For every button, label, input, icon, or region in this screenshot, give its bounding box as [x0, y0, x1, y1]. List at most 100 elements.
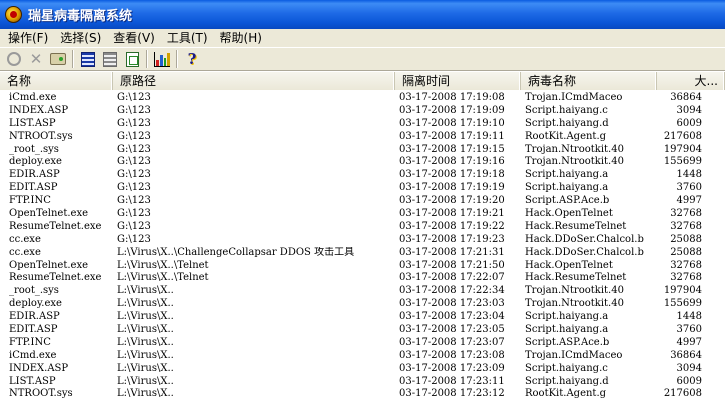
cell-size: 217608 [663, 130, 702, 142]
cell-time: 03-17-2008 17:19:22 [399, 220, 505, 232]
cell-path: L:\Virus\X.. [117, 375, 174, 387]
table-row[interactable]: ResumeTelnet.exe G:\123 03-17-2008 17:19:2… [0, 221, 725, 234]
table-row[interactable]: INDEX.ASP G:\123 03-17-2008 17:19:09 Script… [0, 105, 725, 118]
toolbar-separator [176, 50, 178, 68]
cell-path: G:\123 [117, 117, 151, 129]
cell-time: 03-17-2008 17:19:09 [399, 104, 505, 116]
list-view-button[interactable] [99, 49, 121, 69]
cell-name: FTP.INC [9, 195, 51, 207]
cell-time: 03-17-2008 17:23:12 [399, 388, 505, 400]
table-row[interactable]: _root_.sys G:\123 03-17-2008 17:19:15 Troja… [0, 144, 725, 157]
title-bar[interactable]: 瑞星病毒隔离系统 [0, 0, 725, 29]
cell-path: G:\123 [117, 182, 151, 194]
app-icon[interactable] [5, 6, 22, 23]
cell-virus: Trojan.Ntrootkit.40 [525, 285, 624, 297]
cell-path: L:\Virus\X..\ChallengeCollapsar DDOS 攻击工… [117, 246, 355, 258]
export-button[interactable] [121, 49, 143, 69]
table-row[interactable]: OpenTelnet.exe G:\123 03-17-2008 17:19:21 H… [0, 208, 725, 221]
cell-size: 3760 [676, 324, 702, 336]
cell-time: 03-17-2008 17:23:04 [399, 311, 505, 323]
column-header-path[interactable]: 原路径 [113, 72, 395, 90]
cell-name: cc.exe [9, 246, 41, 258]
cell-name: EDIT.ASP [9, 324, 58, 336]
help-icon: ? [187, 50, 197, 68]
cell-size: 4997 [676, 336, 702, 348]
cell-time: 03-17-2008 17:19:11 [399, 130, 505, 142]
table-row[interactable]: FTP.INC G:\123 03-17-2008 17:19:20 Script.A… [0, 195, 725, 208]
cell-name: ResumeTelnet.exe [9, 220, 102, 232]
table-row[interactable]: OpenTelnet.exe L:\Virus\X..\Telnet 03-17-2… [0, 260, 725, 273]
column-header-time[interactable]: 隔离时间 [395, 72, 521, 90]
table-row[interactable]: cc.exe L:\Virus\X..\ChallengeCollapsar DD… [0, 247, 725, 260]
table-row[interactable]: LIST.ASP L:\Virus\X.. 03-17-2008 17:23:11 S… [0, 376, 725, 389]
menu-operate[interactable]: 操作(F) [2, 29, 54, 47]
table-row[interactable]: FTP.INC L:\Virus\X.. 03-17-2008 17:23:07 Sc… [0, 337, 725, 350]
menu-select[interactable]: 选择(S) [54, 29, 107, 47]
table-row[interactable]: ResumeTelnet.exe L:\Virus\X..\Telnet 03-17… [0, 272, 725, 285]
table-row[interactable]: NTROOT.sys G:\123 03-17-2008 17:19:11 RootK… [0, 131, 725, 144]
cell-time: 03-17-2008 17:19:21 [399, 208, 505, 220]
cell-name: LIST.ASP [9, 117, 56, 129]
menu-view[interactable]: 查看(V) [107, 29, 161, 47]
cell-time: 03-17-2008 17:22:07 [399, 272, 505, 284]
table-row[interactable]: EDIT.ASP L:\Virus\X.. 03-17-2008 17:23:05 S… [0, 324, 725, 337]
restore-button[interactable] [3, 49, 25, 69]
column-header-virus[interactable]: 病毒名称 [521, 72, 657, 90]
cell-name: iCmd.exe [9, 92, 57, 103]
cell-size: 155699 [663, 156, 702, 168]
table-row[interactable]: deploy.exe G:\123 03-17-2008 17:19:16 Troja… [0, 156, 725, 169]
cell-size: 32768 [670, 208, 702, 220]
cell-size: 25088 [670, 233, 702, 245]
cell-virus: Script.haiyang.a [525, 169, 609, 181]
cell-path: L:\Virus\X.. [117, 336, 174, 348]
cell-path: G:\123 [117, 143, 151, 155]
table-row[interactable]: iCmd.exe L:\Virus\X.. 03-17-2008 17:23:08 T… [0, 350, 725, 363]
delete-button[interactable]: ✕ [25, 49, 47, 69]
quarantine-list[interactable]: 名称 原路径 隔离时间 病毒名称 大... iCmd.exe G:\123 03-1… [0, 72, 725, 415]
cell-path: G:\123 [117, 92, 151, 103]
cell-path: L:\Virus\X.. [117, 298, 174, 310]
cell-path: L:\Virus\X.. [117, 285, 174, 297]
cell-virus: Script.haiyang.a [525, 182, 609, 194]
column-header-size[interactable]: 大... [657, 72, 725, 90]
toolbar-separator [146, 50, 148, 68]
table-row[interactable]: EDIR.ASP L:\Virus\X.. 03-17-2008 17:23:04 S… [0, 311, 725, 324]
table-row[interactable]: _root_.sys L:\Virus\X.. 03-17-2008 17:22:3… [0, 285, 725, 298]
cell-virus: Trojan.Ntrootkit.40 [525, 143, 624, 155]
table-row[interactable]: deploy.exe L:\Virus\X.. 03-17-2008 17:23:0… [0, 298, 725, 311]
cell-time: 03-17-2008 17:19:19 [399, 182, 505, 194]
cell-name: NTROOT.sys [9, 388, 73, 400]
cell-time: 03-17-2008 17:19:20 [399, 195, 505, 207]
cell-size: 32768 [670, 259, 702, 271]
cell-size: 3094 [676, 104, 702, 116]
menu-help[interactable]: 帮助(H) [214, 29, 268, 47]
details-view-button[interactable] [77, 49, 99, 69]
cell-name: FTP.INC [9, 336, 51, 348]
cell-name: _root_.sys [9, 143, 59, 155]
export-icon [125, 51, 139, 67]
table-row[interactable]: iCmd.exe G:\123 03-17-2008 17:19:08 Trojan.… [0, 92, 725, 105]
cell-virus: Script.haiyang.c [525, 362, 608, 374]
cell-virus: Script.haiyang.d [525, 117, 609, 129]
table-row[interactable]: EDIR.ASP G:\123 03-17-2008 17:19:18 Script.… [0, 169, 725, 182]
table-row[interactable]: EDIT.ASP G:\123 03-17-2008 17:19:19 Script.… [0, 182, 725, 195]
cell-time: 03-17-2008 17:21:50 [399, 259, 505, 271]
cell-virus: Hack.DDoSer.Chalcol.b [525, 246, 644, 258]
cell-virus: Hack.DDoSer.Chalcol.b [525, 233, 644, 245]
help-button[interactable]: ? [181, 49, 203, 69]
cell-name: INDEX.ASP [9, 362, 69, 374]
cell-virus: Script.haiyang.d [525, 375, 609, 387]
menu-tools[interactable]: 工具(T) [161, 29, 214, 47]
column-header-name[interactable]: 名称 [0, 72, 113, 90]
table-row[interactable]: INDEX.ASP L:\Virus\X.. 03-17-2008 17:23:09… [0, 363, 725, 376]
scan-button[interactable] [47, 49, 69, 69]
table-row[interactable]: cc.exe G:\123 03-17-2008 17:19:23 Hack.DDoS… [0, 234, 725, 247]
cell-time: 03-17-2008 17:19:18 [399, 169, 505, 181]
cell-virus: Hack.OpenTelnet [525, 208, 613, 220]
statistics-button[interactable] [151, 49, 173, 69]
cell-time: 03-17-2008 17:19:10 [399, 117, 505, 129]
cell-virus: Script.ASP.Ace.b [525, 336, 610, 348]
cell-path: G:\123 [117, 233, 151, 245]
table-row[interactable]: LIST.ASP G:\123 03-17-2008 17:19:10 Script.… [0, 118, 725, 131]
table-row[interactable]: NTROOT.sys L:\Virus\X.. 03-17-2008 17:23:1… [0, 388, 725, 401]
